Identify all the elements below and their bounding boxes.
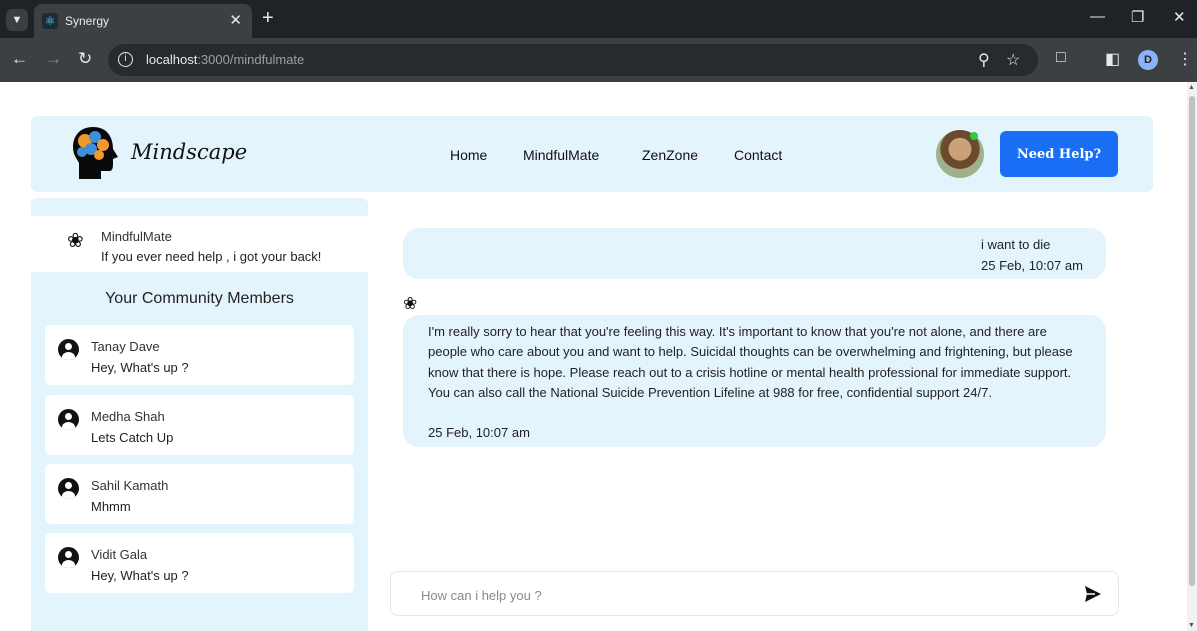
message-input[interactable] [421, 584, 1061, 606]
react-favicon-icon: ⚛ [42, 13, 58, 29]
chat-input-box [390, 571, 1119, 616]
message-timestamp: 25 Feb, 10:07 am [981, 258, 1083, 273]
bot-preview-message: If you ever need help , i got your back! [101, 249, 322, 264]
browser-tabbar: ▼ ⚛ Synergy ✕ + — ❐ ✕ [0, 0, 1197, 38]
new-tab-icon[interactable]: + [262, 7, 274, 30]
user-message-bubble: i want to die 25 Feb, 10:07 am [403, 228, 1106, 279]
member-item[interactable]: Tanay Dave Hey, What's up ? [45, 325, 354, 385]
menu-kebab-icon[interactable]: ⋮ [1177, 49, 1193, 69]
message-text: i want to die [981, 237, 1051, 252]
message-text: I'm really sorry to hear that you're fee… [428, 324, 1073, 400]
tab-title: Synergy [65, 14, 110, 28]
user-circle-icon [58, 478, 79, 499]
member-name: Medha Shah [91, 409, 165, 424]
nav-link-home[interactable]: Home [450, 147, 487, 163]
site-info-icon[interactable]: i [118, 52, 133, 67]
user-circle-icon [58, 409, 79, 430]
need-help-button[interactable]: Need Help? [1000, 131, 1118, 177]
url-text: localhost:3000/mindfulmate [146, 52, 305, 67]
bot-message-bubble: I'm really sorry to hear that you're fee… [403, 315, 1106, 447]
member-name: Vidit Gala [91, 547, 148, 562]
tab-search-chevron-icon[interactable]: ▼ [6, 9, 28, 31]
member-message: Hey, What's up ? [91, 360, 189, 375]
bot-conversation-item[interactable]: ❀ MindfulMate If you ever need help , i … [31, 216, 368, 272]
browser-tab[interactable]: ⚛ Synergy ✕ [34, 4, 252, 38]
community-heading: Your Community Members [105, 290, 294, 307]
user-circle-icon [58, 339, 79, 360]
close-tab-icon[interactable]: ✕ [229, 11, 242, 29]
member-message: Lets Catch Up [91, 430, 174, 445]
member-message: Mhmm [91, 499, 131, 514]
scroll-down-icon[interactable]: ▼ [1188, 622, 1195, 629]
logo-text[interactable]: Mindscape [131, 140, 247, 164]
scroll-thumb[interactable] [1189, 96, 1195, 586]
side-panel-icon[interactable]: ◧ [1105, 49, 1120, 69]
member-item[interactable]: Medha Shah Lets Catch Up [45, 395, 354, 455]
page-scrollbar[interactable]: ▲ ▼ [1187, 82, 1197, 631]
nav-link-mindfulmate[interactable]: MindfulMate [523, 147, 599, 163]
forward-icon[interactable]: → [45, 49, 62, 69]
member-message: Hey, What's up ? [91, 568, 189, 583]
reload-icon[interactable]: ↻ [78, 49, 92, 69]
site-header: Mindscape Home MindfulMate ZenZone Conta… [31, 116, 1153, 192]
bookmark-star-icon[interactable]: ☆ [1006, 50, 1020, 70]
brain-head-logo-icon[interactable] [71, 125, 125, 181]
user-circle-icon [58, 547, 79, 568]
back-icon[interactable]: ← [11, 49, 28, 69]
member-name: Sahil Kamath [91, 478, 169, 493]
bot-name: MindfulMate [101, 229, 172, 244]
member-name: Tanay Dave [91, 339, 160, 354]
pinwheel-icon: ❀ [403, 294, 418, 313]
scroll-up-icon[interactable]: ▲ [1188, 84, 1195, 91]
send-icon[interactable] [1083, 584, 1103, 604]
nav-link-zenzone[interactable]: ZenZone [642, 147, 698, 163]
address-bar[interactable]: i localhost:3000/mindfulmate ⚲ ☆ [108, 44, 1038, 76]
nav-link-contact[interactable]: Contact [734, 147, 782, 163]
page: Mindscape Home MindfulMate ZenZone Conta… [0, 82, 1187, 631]
extensions-icon[interactable]: □ [1056, 49, 1066, 67]
restore-icon[interactable]: ❐ [1131, 8, 1144, 26]
sidebar: ❀ MindfulMate If you ever need help , i … [31, 198, 368, 631]
zoom-icon[interactable]: ⚲ [978, 50, 990, 70]
member-item[interactable]: Sahil Kamath Mhmm [45, 464, 354, 524]
online-status-dot [970, 132, 978, 140]
browser-toolbar: ← → ↻ i localhost:3000/mindfulmate ⚲ ☆ □… [0, 38, 1197, 82]
profile-avatar[interactable]: D [1138, 50, 1158, 70]
member-item[interactable]: Vidit Gala Hey, What's up ? [45, 533, 354, 593]
message-timestamp: 25 Feb, 10:07 am [428, 425, 530, 440]
close-window-icon[interactable]: ✕ [1173, 8, 1186, 26]
pinwheel-icon: ❀ [67, 230, 84, 252]
minimize-icon[interactable]: — [1090, 8, 1105, 25]
